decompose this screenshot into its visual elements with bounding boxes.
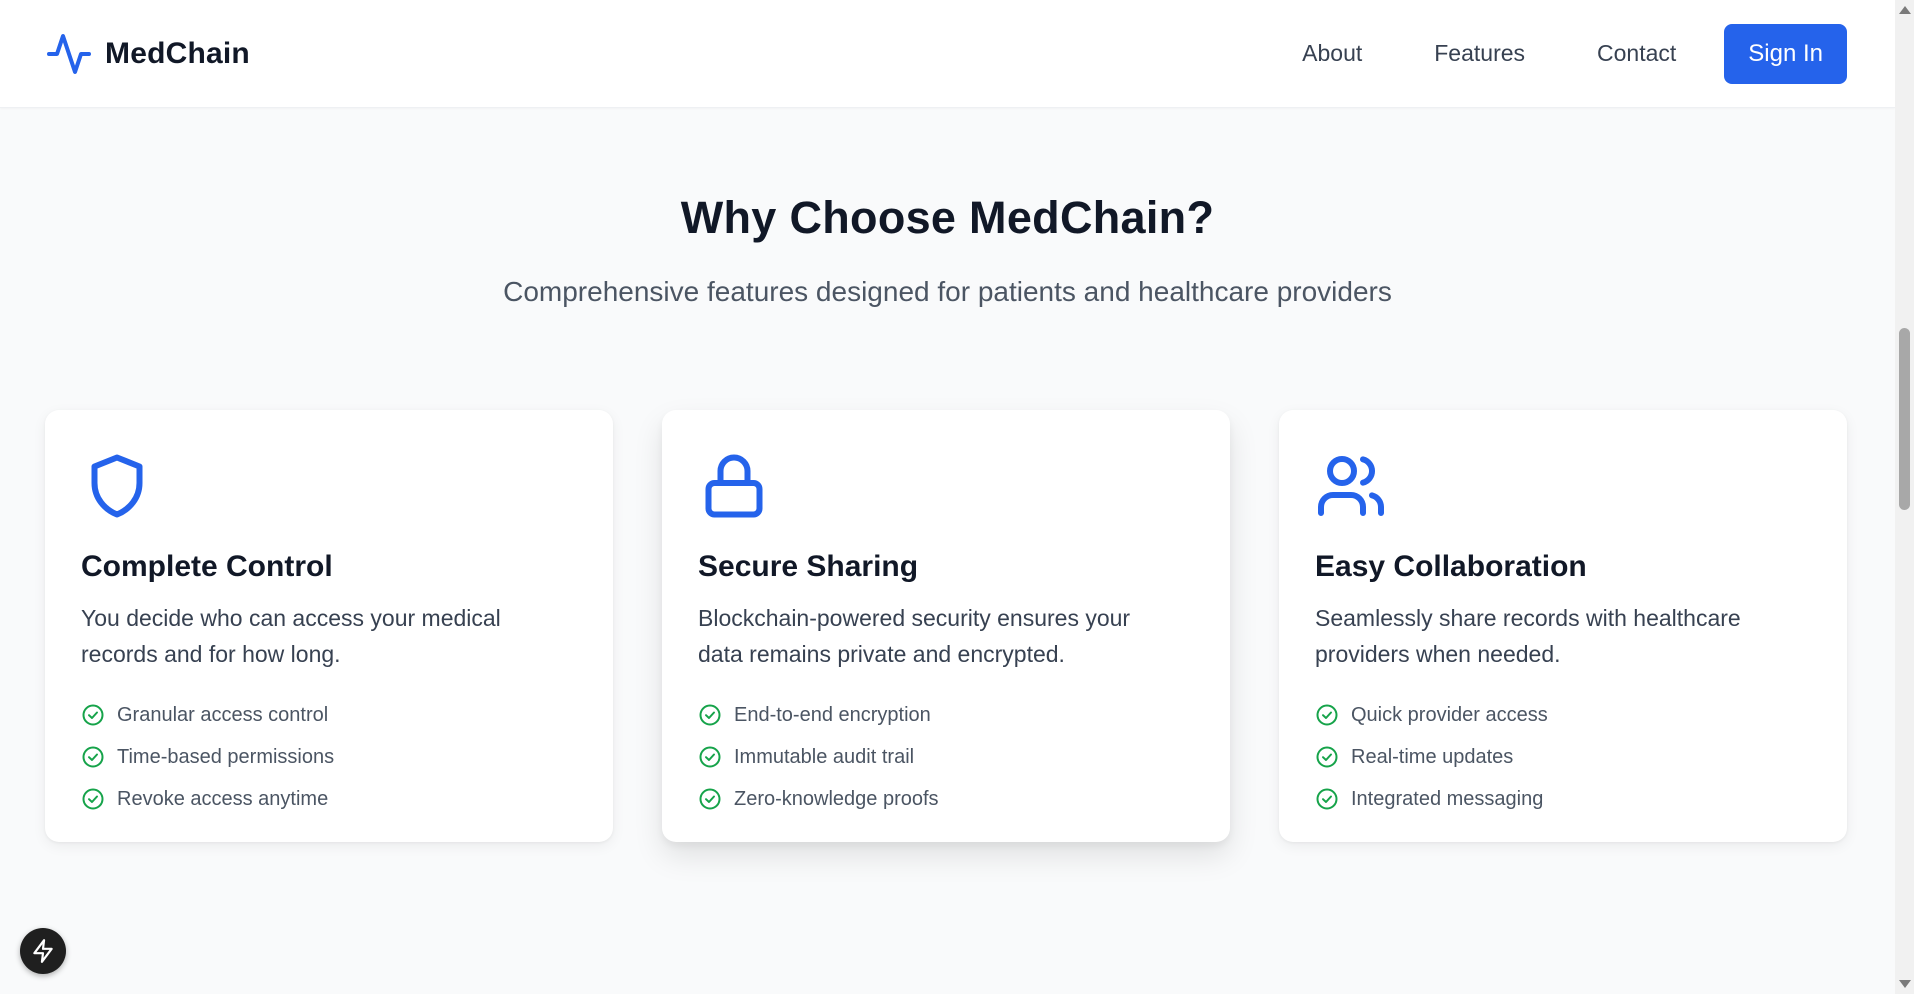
brand-logo-link[interactable]: MedChain: [45, 30, 250, 78]
feature-text: Zero-knowledge proofs: [734, 787, 939, 810]
browser-viewport: MedChain About Features Contact Sign In …: [0, 0, 1914, 994]
feature-text: Revoke access anytime: [117, 787, 329, 810]
check-circle-icon: [699, 788, 721, 810]
users-icon: [1318, 456, 1384, 516]
site-header: MedChain About Features Contact Sign In: [0, 0, 1895, 108]
card-title: Secure Sharing: [698, 550, 919, 583]
check-circle-icon: [699, 746, 721, 768]
list-item: Immutable audit trail: [698, 736, 1194, 778]
list-item: Real-time updates: [1315, 736, 1811, 778]
card-description: Blockchain-powered security ensures your…: [698, 605, 1131, 667]
section-title: Why Choose MedChain?: [680, 192, 1215, 243]
list-item: End-to-end encryption: [698, 694, 1194, 736]
feature-text: End-to-end encryption: [734, 703, 931, 726]
feature-text: Time-based permissions: [117, 745, 335, 768]
check-circle-icon: [699, 704, 721, 726]
list-item: Granular access control: [81, 694, 577, 736]
check-circle-icon: [82, 704, 104, 726]
section-subtitle: Comprehensive features designed for pati…: [503, 276, 1392, 307]
check-circle-icon: [82, 746, 104, 768]
feature-list: End-to-end encryption Immutable audit tr…: [698, 694, 1194, 820]
vertical-scrollbar[interactable]: [1895, 0, 1914, 994]
brand-name: MedChain: [105, 36, 250, 70]
shield-icon: [91, 454, 143, 518]
feature-text: Quick provider access: [1351, 703, 1548, 726]
nav-link-contact[interactable]: Contact: [1597, 40, 1676, 67]
check-circle-icon: [1316, 746, 1338, 768]
list-item: Zero-knowledge proofs: [698, 778, 1194, 820]
lock-icon: [705, 454, 763, 518]
feature-card-collaboration: Easy Collaboration Seamlessly share reco…: [1279, 410, 1847, 842]
list-item: Quick provider access: [1315, 694, 1811, 736]
nav-link-features[interactable]: Features: [1434, 40, 1525, 67]
page-content: MedChain About Features Contact Sign In …: [0, 0, 1895, 994]
scrollbar-thumb[interactable]: [1899, 328, 1910, 510]
card-description: You decide who can access your medical r…: [81, 605, 501, 667]
feature-list: Granular access control Time-based permi…: [81, 694, 577, 820]
feature-text: Integrated messaging: [1351, 787, 1544, 810]
feature-text: Granular access control: [117, 703, 329, 726]
feature-card-sharing: Secure Sharing Blockchain-powered securi…: [662, 410, 1230, 842]
list-item: Time-based permissions: [81, 736, 577, 778]
scroll-down-arrow-icon[interactable]: [1899, 980, 1911, 988]
card-title: Easy Collaboration: [1315, 550, 1587, 583]
list-item: Revoke access anytime: [81, 778, 577, 820]
card-title: Complete Control: [81, 550, 333, 583]
scroll-up-arrow-icon[interactable]: [1899, 6, 1911, 14]
check-circle-icon: [1316, 788, 1338, 810]
list-item: Integrated messaging: [1315, 778, 1811, 820]
feature-text: Real-time updates: [1351, 745, 1514, 768]
lightning-icon: [33, 939, 53, 963]
check-circle-icon: [82, 788, 104, 810]
card-description: Seamlessly share records with healthcare…: [1315, 605, 1741, 667]
feature-text: Immutable audit trail: [734, 745, 915, 768]
check-circle-icon: [1316, 704, 1338, 726]
main-nav: About Features Contact Sign In: [1302, 23, 1847, 84]
feature-card-control: Complete Control You decide who can acce…: [45, 410, 613, 842]
activity-icon: [47, 33, 91, 74]
feature-list: Quick provider access Real-time updates …: [1315, 694, 1811, 820]
feature-cards: Complete Control You decide who can acce…: [45, 410, 1847, 842]
nav-link-about[interactable]: About: [1302, 40, 1362, 67]
dev-tools-badge[interactable]: [20, 928, 66, 974]
sign-in-button[interactable]: Sign In: [1724, 23, 1847, 84]
